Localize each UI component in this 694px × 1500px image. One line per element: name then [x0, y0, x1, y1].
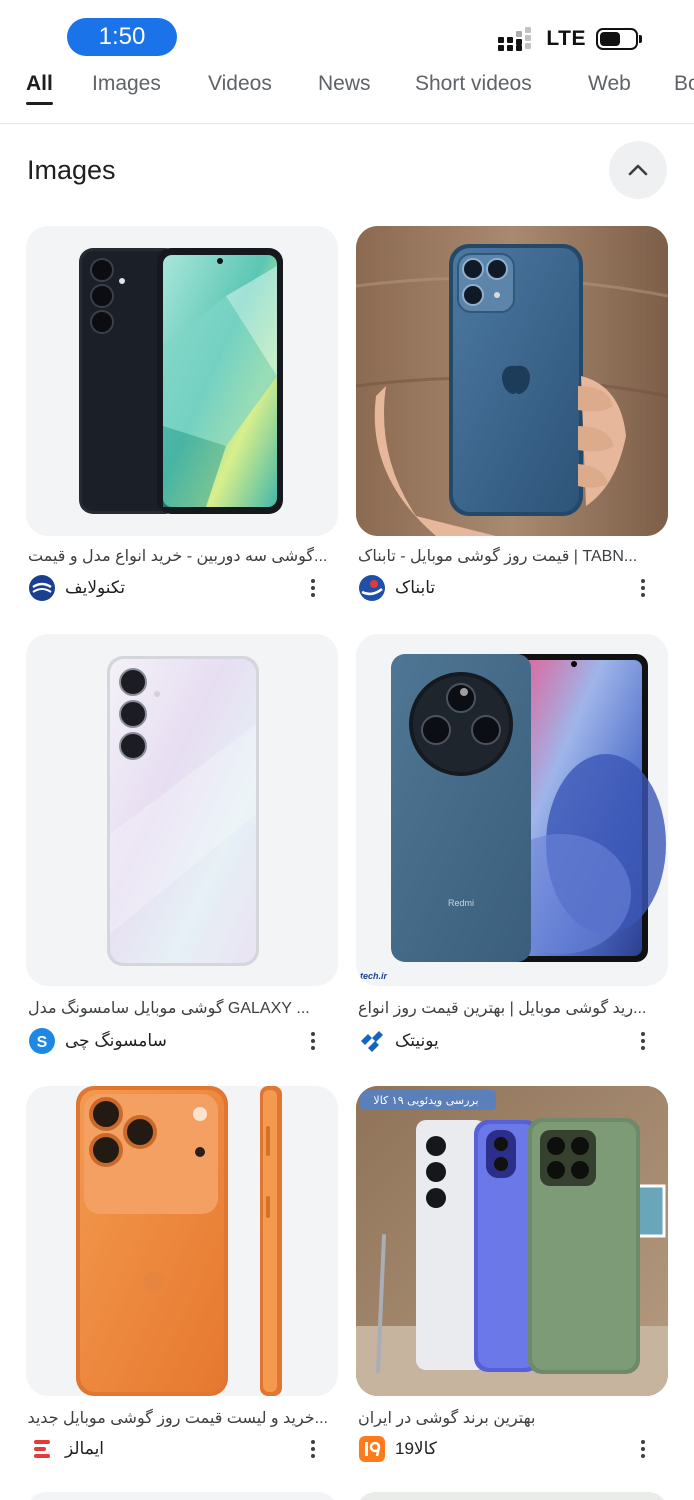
result-thumbnail[interactable]: [26, 634, 338, 986]
tab-videos[interactable]: Videos: [208, 72, 272, 96]
result-source: 19کالا: [359, 1436, 659, 1462]
result-caption[interactable]: ...خرید و لیست قیمت روز گوشی موبایل جدید: [28, 1408, 328, 1428]
source-name: ایمالز: [65, 1439, 105, 1458]
black-phone-image: [79, 248, 283, 514]
source-name: سامسونگ چی: [65, 1031, 167, 1050]
source-name: تکنولایف: [65, 578, 126, 597]
result-caption[interactable]: ... GALAXY گوشی موبایل سامسونگ مدل: [28, 998, 328, 1018]
tab-web[interactable]: Web: [588, 72, 631, 96]
source-name: یونیتک: [395, 1031, 439, 1050]
video-review-badge: بررسی ویدئویی ۱۹ کالا: [373, 1094, 478, 1107]
tab-images[interactable]: Images: [92, 72, 161, 96]
unitech-watermark: tech.ir: [360, 971, 388, 981]
result-source: ایمالز: [29, 1436, 329, 1462]
result-thumbnail[interactable]: [26, 226, 338, 536]
status-time: 1:50: [67, 18, 177, 56]
result-source: تکنولایف: [29, 575, 329, 601]
result-source: تابناک: [359, 575, 659, 601]
battery-icon: [596, 28, 642, 50]
more-options-icon[interactable]: [303, 1028, 323, 1054]
image-result-card-partial[interactable]: [26, 1492, 338, 1500]
tabnak-logo-icon: [359, 575, 385, 601]
19kala-logo-icon: [359, 1436, 385, 1462]
tab-books[interactable]: Bo: [674, 72, 694, 96]
result-caption[interactable]: ...TABN | قیمت روز گوشی موبایل - تابناک: [358, 546, 658, 566]
samsungchi-logo-icon: S: [29, 1028, 55, 1054]
source-name: 19کالا: [395, 1439, 437, 1458]
more-options-icon[interactable]: [303, 575, 323, 601]
collapse-button[interactable]: [609, 141, 667, 199]
more-options-icon[interactable]: [303, 1436, 323, 1462]
result-thumbnail[interactable]: بررسی ویدئویی ۱۹ کالا: [356, 1086, 668, 1396]
tab-news[interactable]: News: [318, 72, 371, 96]
phones-lineup-image: بررسی ویدئویی ۱۹ کالا: [356, 1086, 668, 1396]
result-caption[interactable]: ...گوشی سه دوربین - خرید انواع مدل و قیم…: [28, 546, 328, 566]
redmi-phone-image: Redmi tech.ir: [360, 654, 666, 981]
result-source: یونیتک: [359, 1028, 659, 1054]
result-thumbnail[interactable]: [26, 1086, 338, 1396]
result-caption[interactable]: ...رید گوشی موبایل | بهترین قیمت روز انو…: [358, 998, 658, 1018]
result-thumbnail[interactable]: [356, 226, 668, 536]
result-source: S سامسونگ چی: [29, 1028, 329, 1054]
emalls-logo-icon: [29, 1436, 55, 1462]
image-result-card[interactable]: Redmi tech.ir ...رید گوشی موبایل | بهتری…: [356, 634, 668, 1064]
unitech-logo-icon: [359, 1028, 385, 1054]
image-result-card-partial[interactable]: [356, 1492, 668, 1500]
tab-all[interactable]: All: [26, 72, 53, 96]
technolife-logo-icon: [29, 575, 55, 601]
result-caption[interactable]: بهترین برند گوشی در ایران: [358, 1408, 658, 1428]
svg-text:S: S: [37, 1034, 48, 1051]
search-tabs: All Images Videos News Short videos Web …: [0, 64, 694, 124]
image-result-card[interactable]: ...خرید و لیست قیمت روز گوشی موبایل جدید…: [26, 1086, 338, 1466]
blue-iphone-image: [356, 226, 668, 536]
more-options-icon[interactable]: [633, 575, 653, 601]
orange-iphone-image: [76, 1086, 282, 1396]
section-title: Images: [27, 155, 116, 185]
image-result-card[interactable]: ...گوشی سه دوربین - خرید انواع مدل و قیم…: [26, 226, 338, 606]
network-type: LTE: [546, 27, 586, 50]
svg-text:Redmi: Redmi: [448, 898, 474, 908]
image-result-card[interactable]: ...TABN | قیمت روز گوشی موبایل - تابناک …: [356, 226, 668, 606]
signal-icon: [498, 27, 536, 51]
tab-short-videos[interactable]: Short videos: [415, 72, 532, 96]
image-result-card[interactable]: بررسی ویدئویی ۱۹ کالا بهترین برند گوشی د…: [356, 1086, 668, 1466]
chevron-up-icon: [628, 164, 648, 176]
active-tab-indicator: [26, 102, 53, 105]
image-result-card[interactable]: ... GALAXY گوشی موبایل سامسونگ مدل S سام…: [26, 634, 338, 1064]
source-name: تابناک: [395, 578, 436, 597]
status-bar: 1:50 LTE: [0, 0, 694, 64]
result-thumbnail[interactable]: Redmi tech.ir: [356, 634, 668, 986]
more-options-icon[interactable]: [633, 1028, 653, 1054]
more-options-icon[interactable]: [633, 1436, 653, 1462]
status-icons: LTE: [498, 27, 642, 51]
lavender-phone-image: [107, 656, 259, 966]
